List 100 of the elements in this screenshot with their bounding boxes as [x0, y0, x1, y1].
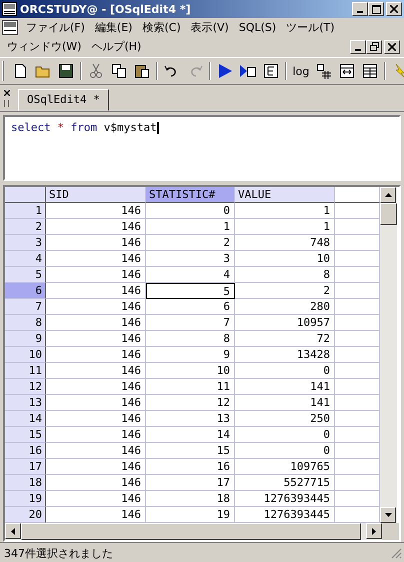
close-icon: [388, 42, 396, 50]
row-header[interactable]: 20: [5, 507, 46, 523]
table-cell: 146: [46, 347, 146, 363]
down-arrow-icon: [384, 513, 392, 517]
table-cell: 146: [46, 203, 146, 219]
row-header[interactable]: 5: [5, 267, 46, 283]
table-cell: 17: [146, 475, 235, 491]
table-cell: 1: [235, 219, 335, 235]
minimize-button[interactable]: [350, 40, 366, 54]
pin-icon[interactable]: [4, 100, 9, 106]
table-cell: 10957: [235, 315, 335, 331]
table-cell: 0: [146, 203, 235, 219]
table-cell: 146: [46, 443, 146, 459]
table-cell: 748: [235, 235, 335, 251]
row-header[interactable]: 2: [5, 219, 46, 235]
menu-item[interactable]: 表示(V): [186, 20, 234, 35]
menu-item[interactable]: ツール(T): [281, 20, 340, 35]
table-cell: 146: [46, 491, 146, 507]
row-header[interactable]: 18: [5, 475, 46, 491]
row-header[interactable]: 4: [5, 251, 46, 267]
table-cell: 12: [146, 395, 235, 411]
close-button[interactable]: [384, 40, 400, 54]
table-cell: 146: [46, 459, 146, 475]
table-cell: 280: [235, 299, 335, 315]
row-header[interactable]: 3: [5, 235, 46, 251]
row-header[interactable]: 16: [5, 443, 46, 459]
row-header[interactable]: 7: [5, 299, 46, 315]
table-cell: 9: [146, 347, 235, 363]
table-cell: 2: [235, 283, 335, 299]
table-cell: 141: [235, 379, 335, 395]
up-arrow-icon: [384, 193, 392, 197]
table-cell: 146: [46, 283, 146, 299]
column-header[interactable]: STATISTIC#: [146, 187, 235, 203]
table-cell: 146: [46, 331, 146, 347]
table-cell: 8: [235, 267, 335, 283]
table-cell: 18: [146, 491, 235, 507]
column-header[interactable]: SID: [46, 187, 146, 203]
row-header[interactable]: 10: [5, 347, 46, 363]
minimize-icon: [355, 48, 361, 50]
scroll-up-button[interactable]: [380, 187, 396, 203]
close-button[interactable]: [386, 2, 402, 16]
table-cell: 146: [46, 315, 146, 331]
editor-tab[interactable]: OSqlEdit4 *: [18, 89, 109, 111]
left-arrow-icon: [11, 528, 15, 534]
row-header[interactable]: 8: [5, 315, 46, 331]
scroll-right-button[interactable]: [366, 523, 382, 539]
table-cell: 5527715: [235, 475, 335, 491]
row-header[interactable]: 14: [5, 411, 46, 427]
menu-item[interactable]: ファイル(F): [21, 20, 90, 35]
table-cell: 1: [146, 219, 235, 235]
table-cell: 0: [235, 443, 335, 459]
row-header[interactable]: 13: [5, 395, 46, 411]
table-cell: 14: [146, 427, 235, 443]
table-cell: 15: [146, 443, 235, 459]
table-cell: 146: [46, 395, 146, 411]
row-header[interactable]: 6: [5, 283, 46, 299]
table-cell: 13: [146, 411, 235, 427]
sql-text: select * from v$mystat: [11, 121, 159, 134]
table-cell: 7: [146, 315, 235, 331]
scroll-down-button[interactable]: [380, 507, 396, 523]
vertical-scrollbar[interactable]: [380, 187, 397, 523]
row-header[interactable]: 1: [5, 203, 46, 219]
menu-item[interactable]: 検索(C): [137, 20, 186, 35]
table-cell: 146: [46, 299, 146, 315]
table-cell: 10: [235, 251, 335, 267]
row-header[interactable]: 15: [5, 427, 46, 443]
table-cell: 146: [46, 267, 146, 283]
log-button[interactable]: log: [290, 60, 312, 82]
table-cell: 11: [146, 379, 235, 395]
menu-item[interactable]: ヘルプ(H): [86, 39, 146, 54]
table-cell: 146: [46, 219, 146, 235]
close-icon[interactable]: [4, 90, 10, 96]
table-cell: 4: [146, 267, 235, 283]
table-cell: 0: [235, 427, 335, 443]
scroll-left-button[interactable]: [5, 523, 21, 539]
row-header[interactable]: 11: [5, 363, 46, 379]
menu-item[interactable]: SQL(S): [234, 21, 282, 34]
restore-button[interactable]: [366, 40, 382, 54]
row-header[interactable]: 12: [5, 379, 46, 395]
document-icon: [2, 20, 18, 35]
table-cell: 0: [235, 363, 335, 379]
table-cell: 146: [46, 379, 146, 395]
table-cell: 3: [146, 251, 235, 267]
scroll-thumb[interactable]: [380, 203, 397, 225]
column-header[interactable]: VALUE: [235, 187, 335, 203]
table-cell: 72: [235, 331, 335, 347]
minimize-button[interactable]: [352, 2, 368, 16]
menu-item[interactable]: 編集(E): [90, 20, 138, 35]
table-cell: 250: [235, 411, 335, 427]
row-header[interactable]: 19: [5, 491, 46, 507]
sql-editor[interactable]: select * from v$mystat: [3, 115, 401, 181]
menu-item[interactable]: ウィンドウ(W): [2, 39, 86, 54]
close-icon: [390, 5, 398, 13]
table-cell: 141: [235, 395, 335, 411]
resize-grip-icon[interactable]: [390, 547, 402, 559]
maximize-button[interactable]: [368, 2, 384, 16]
row-header[interactable]: 9: [5, 331, 46, 347]
table-cell: 146: [46, 475, 146, 491]
restore-icon: [370, 42, 378, 51]
row-header[interactable]: 17: [5, 459, 46, 475]
